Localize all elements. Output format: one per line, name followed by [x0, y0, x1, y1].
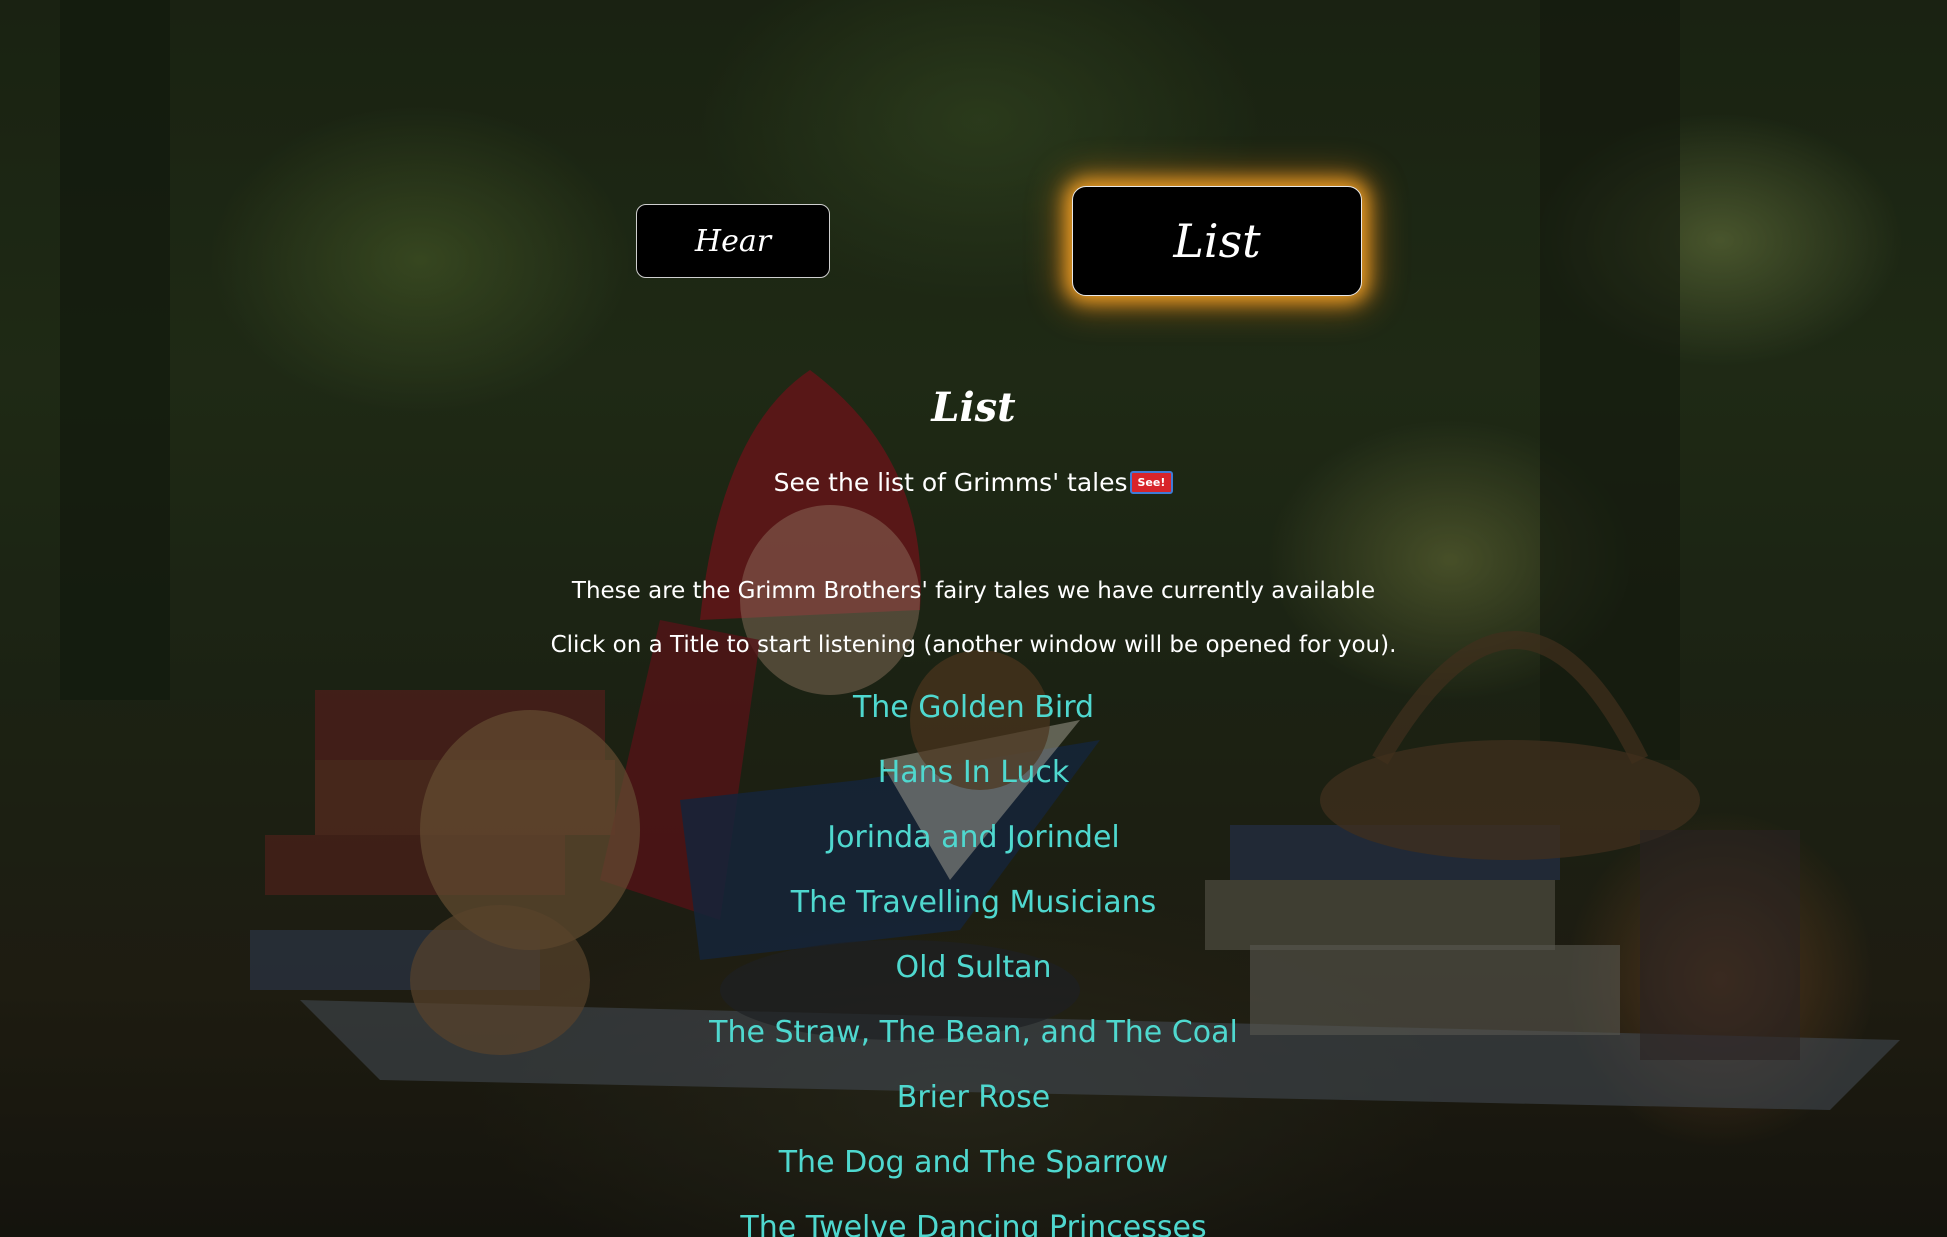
list-item: The Straw, The Bean, and The Coal — [0, 1013, 1947, 1078]
subtitle-text: See the list of Grimms' tales — [773, 468, 1128, 497]
list-item: Hans In Luck — [0, 753, 1947, 818]
tale-link-old-sultan[interactable]: Old Sultan — [895, 950, 1051, 985]
section-title: List — [931, 384, 1016, 431]
tale-link-brier-rose[interactable]: Brier Rose — [897, 1080, 1051, 1115]
tale-link-jorinda-and-jorindel[interactable]: Jorinda and Jorindel — [827, 820, 1120, 855]
tale-link-twelve-dancing-princesses[interactable]: The Twelve Dancing Princesses — [740, 1210, 1206, 1237]
tale-link-golden-bird[interactable]: The Golden Bird — [853, 690, 1094, 725]
instructions-text: Click on a Title to start listening (ano… — [550, 632, 1397, 658]
list-item: The Dog and The Sparrow — [0, 1143, 1947, 1208]
list-item: Old Sultan — [0, 948, 1947, 1013]
tales-list: The Golden Bird Hans In Luck Jorinda and… — [0, 688, 1947, 1237]
list-item: The Twelve Dancing Princesses — [0, 1208, 1947, 1237]
intro-text: These are the Grimm Brothers' fairy tale… — [571, 578, 1376, 604]
hear-button[interactable]: Hear — [636, 204, 830, 278]
subtitle-row: See the list of Grimms' tales See! — [0, 468, 1947, 497]
list-button[interactable]: List — [1072, 186, 1362, 296]
tale-link-straw-bean-coal[interactable]: The Straw, The Bean, and The Coal — [709, 1015, 1238, 1050]
list-item: Brier Rose — [0, 1078, 1947, 1143]
list-item: The Travelling Musicians — [0, 883, 1947, 948]
tale-link-hans-in-luck[interactable]: Hans In Luck — [878, 755, 1070, 790]
tale-link-dog-and-sparrow[interactable]: The Dog and The Sparrow — [779, 1145, 1169, 1180]
tale-link-travelling-musicians[interactable]: The Travelling Musicians — [791, 885, 1157, 920]
list-item: The Golden Bird — [0, 688, 1947, 753]
list-item: Jorinda and Jorindel — [0, 818, 1947, 883]
see-badge-button[interactable]: See! — [1129, 470, 1174, 494]
